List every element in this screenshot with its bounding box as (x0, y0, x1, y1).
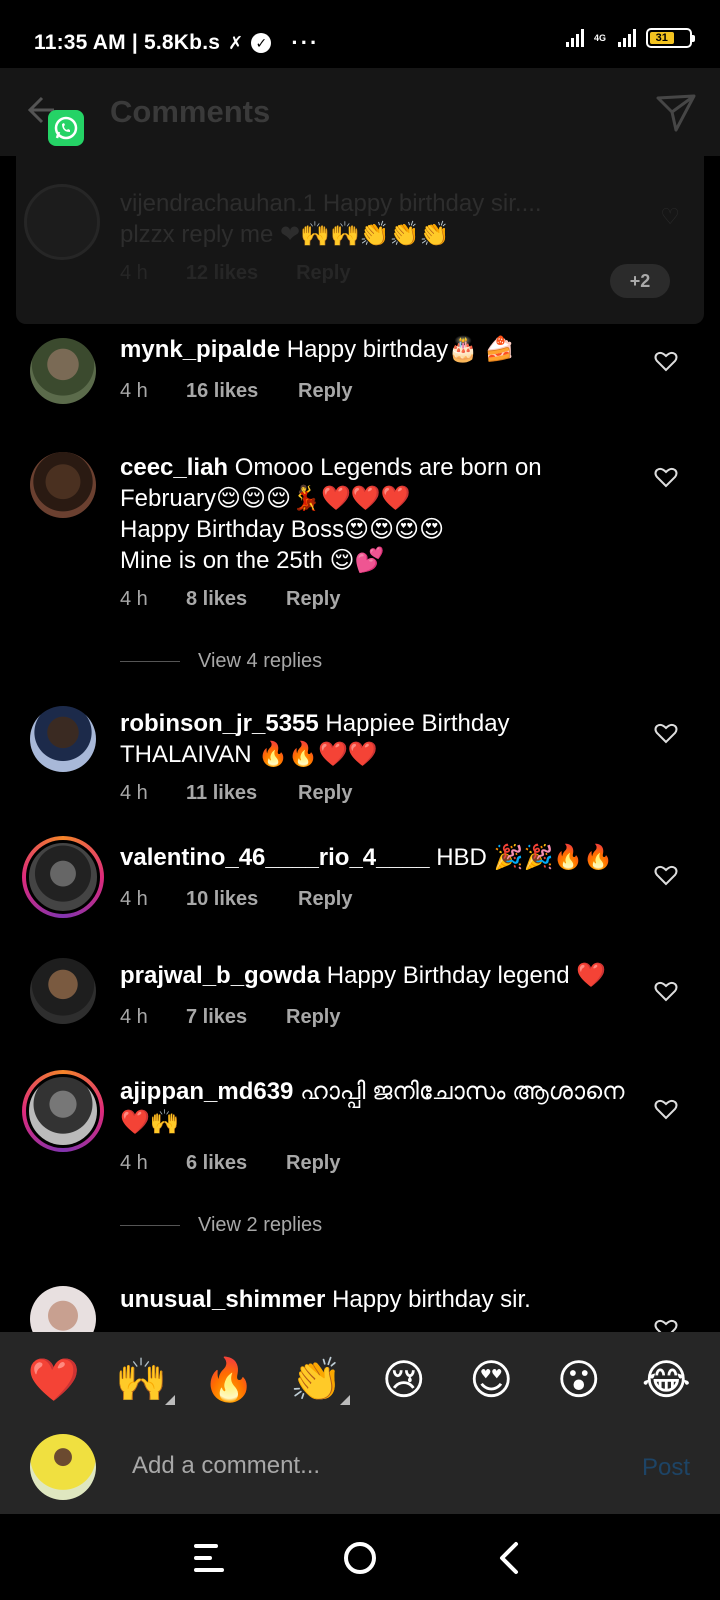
heart-icon[interactable] (654, 1318, 678, 1332)
comment-username[interactable]: valentino_46____rio_4____ (120, 844, 430, 871)
comments-header: Comments (0, 68, 720, 156)
comment-time: 4 h (120, 782, 148, 804)
comment-username[interactable]: vijendrachauhan.1 (120, 190, 316, 217)
view-replies-label[interactable]: View 2 replies (198, 1214, 322, 1237)
heart-icon[interactable] (654, 864, 678, 886)
reply-button[interactable]: Reply (298, 380, 352, 403)
comment-text: Happy birthday sir. (332, 1286, 531, 1313)
heart-icon[interactable] (654, 980, 678, 1002)
comment-likes[interactable]: 10 likes (186, 888, 298, 911)
home-icon[interactable] (338, 1536, 382, 1580)
reply-button[interactable]: Reply (286, 1152, 340, 1175)
comment-time: 4 h (120, 1152, 148, 1174)
avatar (26, 840, 100, 914)
comment-username[interactable]: robinson_jr_5355 (120, 710, 319, 737)
whatsapp-icon[interactable] (48, 110, 84, 146)
heart-icon[interactable]: ♡ (660, 204, 680, 230)
status-time: 11:35 AM | 5.8Kb.s (34, 31, 221, 54)
quick-reactions-bar: ❤️ 🙌 🔥 👏 😢 😍 😮 😂 (0, 1332, 720, 1428)
user-avatar (30, 1434, 96, 1500)
comment-username[interactable]: ceec_liah (120, 454, 228, 481)
reaction-crying[interactable]: 😢 (374, 1355, 434, 1405)
reaction-laughing[interactable]: 😂 (636, 1355, 696, 1405)
comment-likes[interactable]: 8 likes (186, 588, 286, 611)
signal-icon (565, 29, 584, 47)
avatar[interactable] (30, 706, 96, 772)
skin-tone-indicator-icon (165, 1395, 176, 1405)
view-replies-button[interactable]: View 2 replies (120, 1214, 322, 1237)
avatar (26, 1074, 100, 1148)
menu-icon[interactable] (188, 1536, 232, 1580)
view-replies-label[interactable]: View 4 replies (198, 650, 322, 673)
reply-button[interactable]: Reply (286, 1006, 340, 1029)
skin-tone-indicator-icon (340, 1395, 351, 1405)
divider-line (120, 1225, 180, 1226)
back-icon[interactable] (488, 1536, 532, 1580)
comment-text: Happy birthday🎂 🍰 (286, 336, 515, 363)
reaction-raised-hands[interactable]: 🙌 (111, 1355, 176, 1405)
reaction-fire[interactable]: 🔥 (199, 1355, 259, 1405)
heart-icon[interactable] (654, 1098, 678, 1120)
comment-likes[interactable]: 12 likes (186, 262, 258, 285)
battery-icon: 31 (646, 28, 695, 48)
avatar[interactable] (30, 452, 96, 518)
heart-icon[interactable] (654, 466, 678, 488)
heart-icon[interactable] (654, 722, 678, 744)
divider-line (120, 661, 180, 662)
comment-time: 4 h (120, 262, 148, 284)
comment-username[interactable]: prajwal_b_gowda (120, 962, 320, 989)
avatar[interactable] (30, 338, 96, 404)
comment-time: 4 h (120, 380, 148, 402)
avatar (24, 184, 100, 260)
comment-list: mynk_pipalde Happy birthday🎂 🍰 4 h 16 li… (0, 324, 720, 1332)
more-badge[interactable]: +2 (610, 264, 670, 298)
reply-button[interactable]: Reply (296, 262, 350, 285)
phone-bubble-icon (54, 116, 78, 140)
avatar-story-ring[interactable] (22, 1070, 104, 1152)
comment-likes[interactable]: 6 likes (186, 1152, 286, 1175)
send-icon[interactable] (654, 90, 698, 134)
comment-time: 4 h (120, 888, 148, 910)
comment-composer: Add a comment... Post (0, 1428, 720, 1514)
network-type: 4G (593, 32, 606, 43)
reaction-heart[interactable]: ❤️ (24, 1355, 84, 1405)
more-notifications-icon: ··· (291, 30, 320, 55)
system-nav-bar (0, 1514, 720, 1600)
reply-button[interactable]: Reply (298, 888, 352, 911)
reply-button[interactable]: Reply (286, 588, 340, 611)
reaction-clap[interactable]: 👏 (286, 1355, 351, 1405)
signal-icon-2 (618, 29, 636, 47)
reply-button[interactable]: Reply (298, 782, 352, 805)
status-bar: 11:35 AM | 5.8Kb.s ✗ ✓ ··· 4G 31 (0, 0, 720, 68)
verified-icon: ✓ (251, 33, 272, 53)
comment-username[interactable]: unusual_shimmer (120, 1286, 325, 1313)
avatar[interactable] (30, 1286, 96, 1332)
comment-time: 4 h (120, 588, 148, 610)
comment-input[interactable]: Add a comment... (132, 1452, 320, 1480)
battery-level: 31 (650, 32, 674, 44)
comment-text: HBD 🎉🎉🔥🔥 (436, 844, 614, 871)
reaction-heart-eyes[interactable]: 😍 (461, 1355, 521, 1405)
page-title: Comments (110, 94, 271, 129)
comment-time: 4 h (120, 1006, 148, 1028)
comment-likes[interactable]: 11 likes (186, 782, 298, 805)
comment-text: Happy Birthday legend ❤️ (326, 962, 607, 989)
comment-likes[interactable]: 16 likes (186, 380, 298, 403)
heart-icon[interactable] (654, 350, 678, 372)
dimmed-comment: vijendrachauhan.1 Happy birthday sir....… (16, 156, 704, 324)
avatar-story-ring[interactable] (22, 836, 104, 918)
comment-username[interactable]: ajippan_md639 (120, 1078, 293, 1105)
view-replies-button[interactable]: View 4 replies (120, 650, 322, 673)
reaction-surprised[interactable]: 😮 (549, 1355, 609, 1405)
comment-username[interactable]: mynk_pipalde (120, 336, 280, 363)
no-disturb-icon: ✗ (228, 32, 244, 53)
comment-likes[interactable]: 7 likes (186, 1006, 286, 1029)
avatar[interactable] (30, 958, 96, 1024)
post-button[interactable]: Post (642, 1454, 690, 1482)
